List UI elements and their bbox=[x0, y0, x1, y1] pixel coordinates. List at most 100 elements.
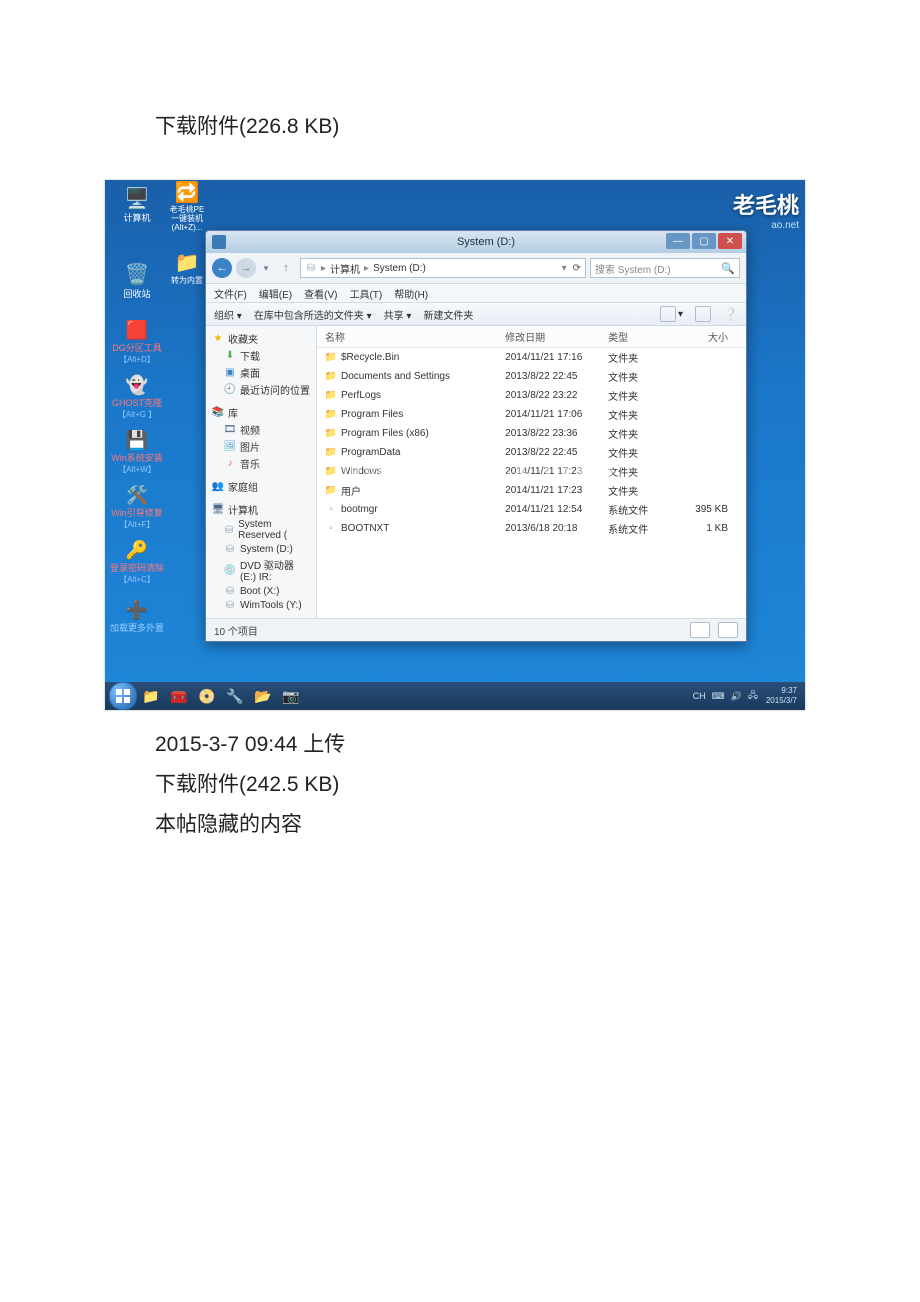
window-close-button[interactable]: ✕ bbox=[718, 233, 742, 249]
window-minimize-button[interactable]: — bbox=[666, 233, 690, 249]
desktop-icon-recycle[interactable]: 🗑️ 回收站 bbox=[107, 256, 167, 304]
breadcrumb[interactable]: System (D:) bbox=[373, 263, 426, 274]
sidebar-label: 最近访问的位置 bbox=[240, 382, 310, 397]
window-titlebar[interactable]: System (D:) — ▢ ✕ bbox=[206, 231, 746, 253]
column-header-type[interactable]: 类型 bbox=[600, 326, 669, 348]
include-in-library-button[interactable]: 在库中包含所选的文件夹 ▾ bbox=[254, 307, 372, 322]
taskbar-app-2[interactable]: 📀 bbox=[196, 685, 218, 707]
addr-dropdown-icon[interactable]: ▾ bbox=[562, 263, 567, 274]
column-header-date[interactable]: 修改日期 bbox=[497, 326, 600, 348]
file-explorer-window: System (D:) — ▢ ✕ ← → ▾ ↑ ⛁ ▸ 计算机 ▸ Syst… bbox=[205, 230, 747, 642]
shortcut-pwd[interactable]: 🔑 登录密码清除 【Alt+C】 bbox=[107, 540, 167, 585]
menu-file[interactable]: 文件(F) bbox=[214, 286, 247, 301]
tray-icon-keyboard[interactable]: ⌨ bbox=[712, 691, 725, 702]
search-input[interactable]: 搜索 System (D:) 🔍 bbox=[590, 258, 740, 278]
shortcut-ghost[interactable]: 👻 GHOST克隆 【Alt+G 】 bbox=[107, 375, 167, 420]
tray-icon-network[interactable]: 🖧 bbox=[748, 688, 758, 704]
view-mode-button[interactable]: ▾ bbox=[660, 306, 683, 322]
column-header-name[interactable]: 名称 bbox=[317, 326, 497, 348]
ime-indicator[interactable]: CH bbox=[693, 691, 706, 701]
taskbar-clock[interactable]: 9:37 2015/3/7 bbox=[766, 686, 801, 706]
taskbar-app-5[interactable]: 📷 bbox=[280, 685, 302, 707]
shortcut-winsys[interactable]: 💾 Win系统安装 【Alt+W】 bbox=[107, 430, 167, 475]
nav-forward-button[interactable]: → bbox=[236, 258, 256, 278]
details-view-button[interactable] bbox=[690, 622, 710, 638]
sidebar-item-system-d[interactable]: ⛁System (D:) bbox=[206, 542, 316, 556]
sidebar-item-downloads[interactable]: ⬇下载 bbox=[206, 347, 316, 364]
file-size bbox=[669, 386, 746, 405]
download-attachment-link-2[interactable]: 下载附件(242.5 KB) bbox=[155, 765, 339, 805]
table-row[interactable]: 📁Program Files (x86)2013/8/22 23:36文件夹 bbox=[317, 424, 746, 443]
preview-icon bbox=[695, 306, 711, 322]
sidebar-label: 图片 bbox=[240, 439, 260, 454]
table-row[interactable]: 📁用户2014/11/21 17:23文件夹 bbox=[317, 481, 746, 500]
sidebar-item-pictures[interactable]: 🖼 图片 bbox=[206, 438, 316, 455]
nav-back-button[interactable]: ← bbox=[212, 258, 232, 278]
taskbar: 📁 🧰 📀 🔧 📂 📷 CH ⌨ 🔊 🖧 9:37 2015/3/7 bbox=[105, 682, 805, 710]
table-row[interactable]: 📁$Recycle.Bin2014/11/21 17:16文件夹 bbox=[317, 348, 746, 368]
taskbar-app-1[interactable]: 🧰 bbox=[168, 685, 190, 707]
sidebar-group-homegroup[interactable]: 👥家庭组 bbox=[206, 478, 316, 495]
shortcut-winboot[interactable]: 🛠️ Win引导修复 【Alt+F】 bbox=[107, 485, 167, 530]
sidebar-item-desktop[interactable]: ▣桌面 bbox=[206, 364, 316, 381]
picture-icon: 🖼 bbox=[224, 441, 236, 453]
table-row[interactable]: 📁ProgramData2013/8/22 22:45文件夹 bbox=[317, 443, 746, 462]
address-bar[interactable]: ⛁ ▸ 计算机 ▸ System (D:) ▾ ⟳ bbox=[300, 258, 586, 278]
desktop-icon-trans[interactable]: 📁 转为内置 bbox=[167, 250, 207, 286]
file-date: 2013/8/22 23:22 bbox=[497, 386, 600, 405]
file-type: 文件夹 bbox=[600, 443, 669, 462]
nav-history-dropdown[interactable]: ▾ bbox=[260, 258, 272, 278]
sidebar-item-music[interactable]: ♪音乐 bbox=[206, 455, 316, 472]
share-button[interactable]: 共享 ▾ bbox=[384, 307, 412, 322]
table-row[interactable]: ▫BOOTNXT2013/6/18 20:18系统文件1 KB bbox=[317, 519, 746, 538]
start-button[interactable] bbox=[109, 682, 137, 710]
library-icon: 📚 bbox=[212, 407, 224, 419]
sidebar-label: 库 bbox=[228, 405, 238, 420]
column-header-size[interactable]: 大小 bbox=[669, 326, 746, 348]
shortcut-more[interactable]: ➕ 加载更多外置 bbox=[107, 600, 167, 634]
taskbar-app-explorer[interactable]: 📁 bbox=[140, 685, 162, 707]
sidebar-item-videos[interactable]: 🎞视频 bbox=[206, 421, 316, 438]
menu-edit[interactable]: 编辑(E) bbox=[259, 286, 292, 301]
sidebar-item-recent[interactable]: 🕘最近访问的位置 bbox=[206, 381, 316, 398]
sidebar-item-system-reserved[interactable]: ⛁System Reserved ( bbox=[206, 518, 316, 542]
new-folder-button[interactable]: 新建文件夹 bbox=[423, 307, 473, 322]
preview-pane-button[interactable] bbox=[695, 306, 711, 322]
taskbar-app-3[interactable]: 🔧 bbox=[224, 685, 246, 707]
desktop-icon-computer[interactable]: 🖥️ 计算机 bbox=[107, 180, 167, 228]
shortcut-hotkey: 【Alt+W】 bbox=[107, 464, 167, 475]
music-icon: ♪ bbox=[224, 458, 236, 470]
sidebar-item-wimtools[interactable]: ⛁WimTools (Y:) bbox=[206, 598, 316, 612]
file-date: 2013/8/22 22:45 bbox=[497, 367, 600, 386]
taskbar-app-4[interactable]: 📂 bbox=[252, 685, 274, 707]
sidebar-item-boot-x[interactable]: ⛁Boot (X:) bbox=[206, 584, 316, 598]
table-row[interactable]: 📁PerfLogs2013/8/22 23:22文件夹 bbox=[317, 386, 746, 405]
menu-tools[interactable]: 工具(T) bbox=[349, 286, 382, 301]
desktop-label: 老毛桃PE一键装机(Alt+Z)... bbox=[167, 205, 207, 232]
file-table: 名称 修改日期 类型 大小 📁$Recycle.Bin2014/11/21 17… bbox=[317, 326, 746, 538]
sidebar-group-libraries[interactable]: 📚库 bbox=[206, 404, 316, 421]
sidebar-item-dvd[interactable]: 💿DVD 驱动器 (E:) IR: bbox=[206, 556, 316, 584]
icons-view-button[interactable] bbox=[718, 622, 738, 638]
table-row[interactable]: 📁Windows2014/11/21 17:23文件夹 bbox=[317, 462, 746, 481]
video-icon: 🎞 bbox=[224, 424, 236, 436]
tray-icon-volume[interactable]: 🔊 bbox=[731, 691, 742, 702]
sidebar-group-computer[interactable]: 🖥计算机 bbox=[206, 501, 316, 518]
file-type: 文件夹 bbox=[600, 405, 669, 424]
refresh-button[interactable]: ⟳ bbox=[573, 263, 581, 274]
table-row[interactable]: 📁Program Files2014/11/21 17:06文件夹 bbox=[317, 405, 746, 424]
breadcrumb[interactable]: 计算机 bbox=[330, 261, 360, 276]
menu-view[interactable]: 查看(V) bbox=[304, 286, 337, 301]
sidebar-group-favorites[interactable]: ★收藏夹 bbox=[206, 330, 316, 347]
menu-help[interactable]: 帮助(H) bbox=[394, 286, 428, 301]
table-row[interactable]: ▫bootmgr2014/11/21 12:54系统文件395 KB bbox=[317, 500, 746, 519]
table-row[interactable]: 📁Documents and Settings2013/8/22 22:45文件… bbox=[317, 367, 746, 386]
shortcut-label: Win引导修复 bbox=[107, 506, 167, 519]
window-maximize-button[interactable]: ▢ bbox=[692, 233, 716, 249]
desktop-icon-pe-installer[interactable]: 🔁 老毛桃PE一键装机(Alt+Z)... bbox=[167, 180, 207, 232]
organize-button[interactable]: 组织 ▾ bbox=[214, 307, 242, 322]
shortcut-dg[interactable]: 🟥 DG分区工具 【Alt+D】 bbox=[107, 320, 167, 365]
download-attachment-link[interactable]: 下载附件(226.8 KB) bbox=[155, 110, 339, 140]
help-button[interactable]: ❔ bbox=[723, 307, 738, 321]
nav-up-button[interactable]: ↑ bbox=[276, 258, 296, 278]
